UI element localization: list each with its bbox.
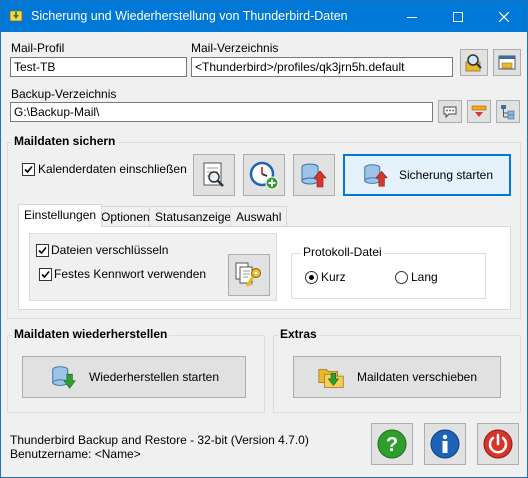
mail-dir-label: Mail-Verzeichnis: [191, 41, 279, 55]
help-button[interactable]: ?: [371, 423, 413, 465]
extras-group-title: Extras: [278, 327, 319, 341]
power-icon: [483, 429, 513, 459]
backup-options-button[interactable]: [293, 154, 335, 196]
restore-group-title: Maildaten wiederherstellen: [12, 327, 170, 341]
tab-options[interactable]: Optionen: [95, 206, 156, 226]
database-upload-icon: [301, 163, 327, 188]
encrypt-checkbox[interactable]: [36, 244, 49, 257]
password-label: Festes Kennwort verwenden: [54, 267, 207, 281]
checkmark-icon: [24, 165, 33, 174]
info-button[interactable]: [424, 423, 466, 465]
magnifier-folder-icon: [465, 53, 482, 71]
exit-button[interactable]: [477, 423, 519, 465]
tab-selection[interactable]: Auswahl: [230, 206, 288, 226]
title-bar: Sicherung und Wiederherstellung von Thun…: [1, 1, 527, 32]
calendar-checkbox[interactable]: [22, 163, 35, 176]
move-maildata-label: Maildaten verschieben: [356, 370, 478, 384]
window-list-icon: [498, 55, 516, 69]
move-maildata-button[interactable]: Maildaten verschieben: [293, 356, 501, 398]
close-button[interactable]: [481, 1, 527, 32]
tab-options-label: Optionen: [101, 210, 150, 224]
tab-settings[interactable]: Einstellungen: [18, 204, 103, 227]
backup-group-title: Maildaten sichern: [12, 134, 118, 148]
calendar-checkbox-label: Kalenderdaten einschließen: [38, 162, 187, 176]
logfile-group-title: Protokoll-Datei: [301, 245, 384, 259]
backup-dir-tree-button[interactable]: [496, 100, 520, 123]
maximize-button[interactable]: [435, 1, 481, 32]
mail-profile-input[interactable]: Test-TB: [10, 57, 187, 77]
password-checkbox[interactable]: [39, 268, 52, 281]
help-icon: ?: [377, 429, 407, 459]
window-title: Sicherung und Wiederherstellung von Thun…: [31, 9, 348, 23]
start-backup-label: Sicherung starten: [398, 168, 494, 182]
maximize-icon: [453, 11, 463, 22]
info-icon: [430, 429, 460, 459]
minimize-icon: [407, 16, 417, 18]
log-long-label: Lang: [411, 270, 438, 284]
backup-dir-dropdown-button[interactable]: [467, 100, 491, 123]
username-text: Benutzername: <Name>: [10, 447, 141, 461]
version-text: Thunderbird Backup and Restore - 32-bit …: [10, 433, 309, 447]
main-window: Sicherung und Wiederherstellung von Thun…: [0, 0, 528, 478]
close-icon: [499, 11, 509, 22]
database-download-icon: [52, 366, 76, 389]
log-long-radio[interactable]: [395, 271, 408, 284]
folder-tree-icon: [501, 104, 515, 119]
key-documents-icon: [235, 262, 261, 287]
mail-profile-label: Mail-Profil: [11, 41, 65, 55]
backup-dir-browse-button[interactable]: [438, 100, 462, 123]
radio-dot: [309, 275, 314, 280]
log-short-radio[interactable]: [305, 271, 318, 284]
dropdown-list-icon: [471, 105, 487, 117]
backup-dir-input[interactable]: G:\Backup-Mail\: [10, 102, 433, 122]
view-log-button[interactable]: [193, 154, 235, 196]
mail-dir-input[interactable]: <Thunderbird>/profiles/qk3jrn5h.default: [191, 57, 453, 77]
start-restore-label: Wiederherstellen starten: [88, 370, 220, 384]
document-search-icon: [203, 162, 224, 187]
app-icon: [9, 10, 23, 22]
encrypt-label: Dateien verschlüsseln: [51, 243, 169, 257]
password-keys-button[interactable]: [228, 254, 270, 296]
log-short-label: Kurz: [321, 270, 346, 284]
tab-selection-label: Auswahl: [236, 210, 282, 224]
tab-status-label: Statusanzeige: [155, 210, 232, 224]
schedule-button[interactable]: [243, 154, 285, 196]
search-profile-button[interactable]: [460, 49, 488, 76]
svg-text:?: ?: [386, 434, 398, 456]
minimize-button[interactable]: [389, 1, 435, 32]
speech-bubble-icon: [443, 106, 457, 118]
tab-status[interactable]: Statusanzeige: [149, 206, 238, 226]
database-upload-icon: [364, 164, 388, 187]
checkmark-icon: [41, 270, 50, 279]
backup-dir-label: Backup-Verzeichnis: [11, 87, 117, 101]
folder-move-icon: [318, 369, 344, 388]
start-restore-button[interactable]: Wiederherstellen starten: [22, 356, 246, 398]
start-backup-button[interactable]: Sicherung starten: [343, 154, 511, 196]
clock-add-icon: [249, 161, 279, 190]
select-profile-button[interactable]: [493, 49, 521, 76]
tab-settings-label: Einstellungen: [24, 208, 97, 222]
checkmark-icon: [38, 246, 47, 255]
